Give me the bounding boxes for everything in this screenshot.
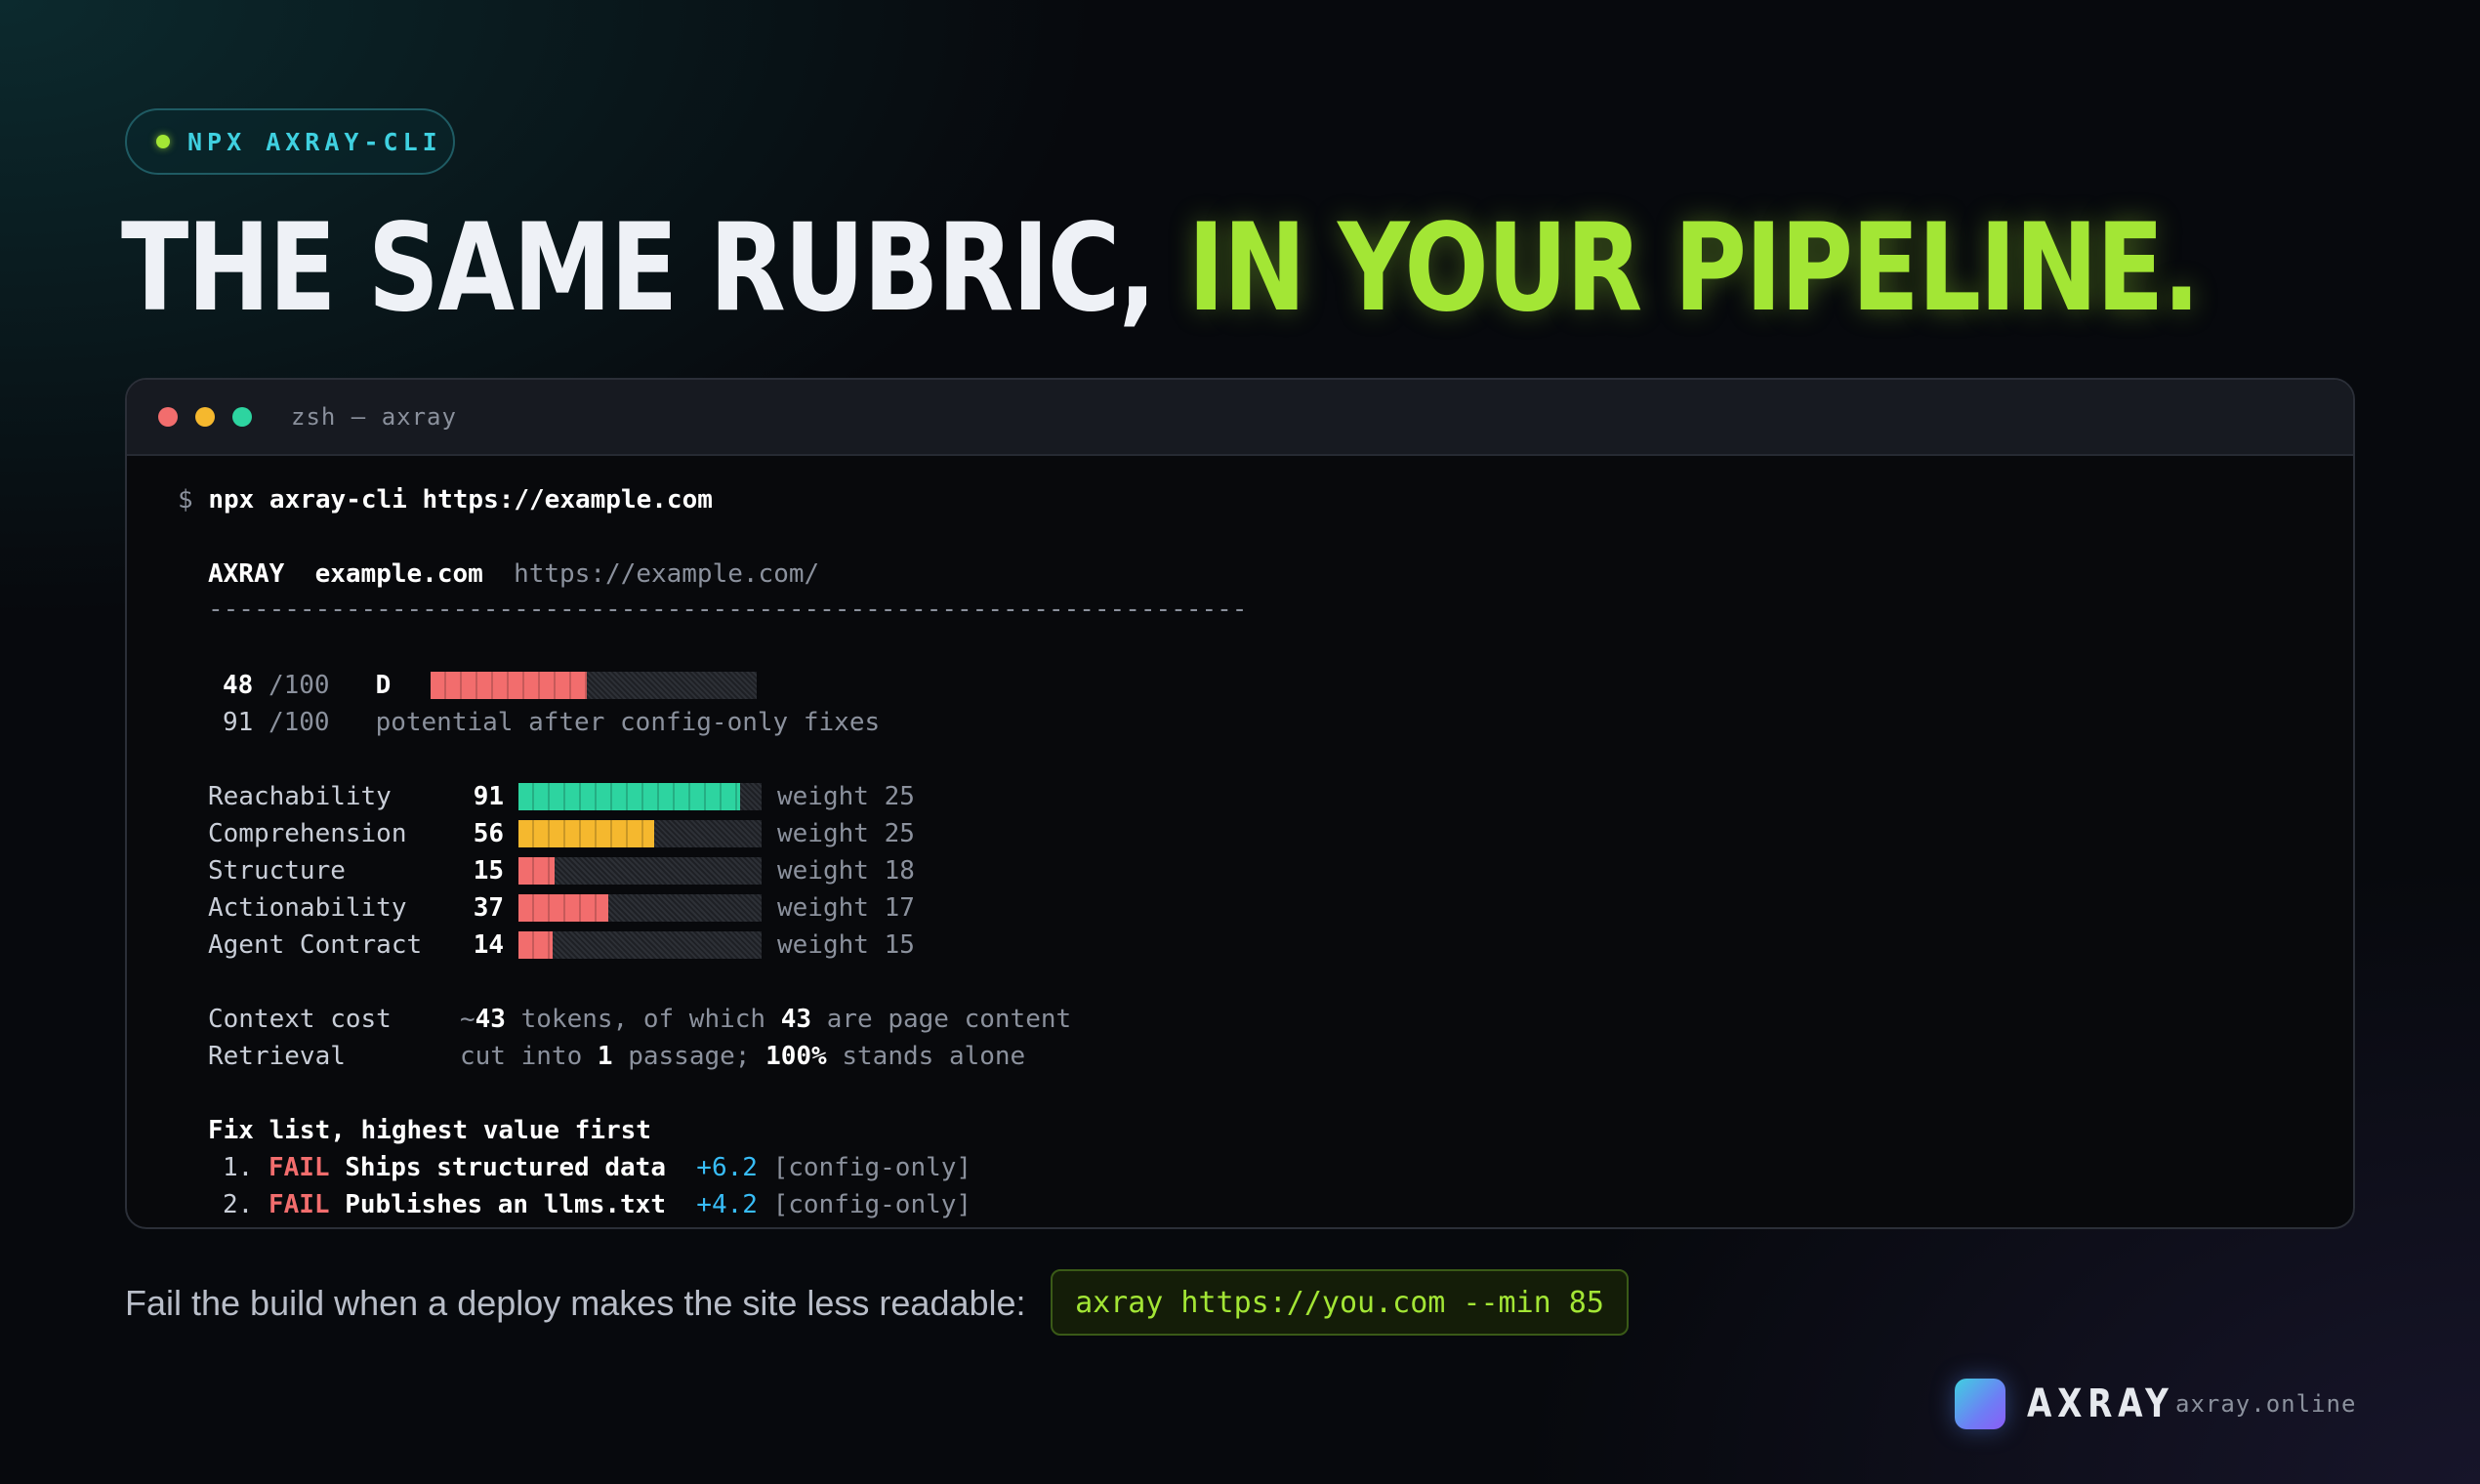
context-tokens: 43 xyxy=(475,1005,506,1034)
category-bar-fill xyxy=(518,857,556,885)
category-bar xyxy=(518,857,762,885)
category-score: 91 xyxy=(473,782,504,811)
command-line: $ npx axray-cli https://example.com xyxy=(178,483,713,516)
category-score: 14 xyxy=(473,930,504,960)
prompt-symbol: $ xyxy=(178,485,193,515)
minimize-window-icon[interactable] xyxy=(195,407,215,427)
headline-green: IN YOUR PIPELINE. xyxy=(1187,198,2201,339)
fix-item: 1. FAIL Ships structured data +6.2 [conf… xyxy=(223,1151,971,1184)
report-url: https://example.com/ xyxy=(514,559,820,589)
category-score: 56 xyxy=(473,819,504,848)
fix-tag: [config-only] xyxy=(772,1190,972,1219)
fix-status: FAIL xyxy=(268,1190,330,1219)
fix-number: 2. xyxy=(223,1190,254,1219)
category-weight: weight 15 xyxy=(777,930,915,960)
brand-url-link[interactable]: axray.online xyxy=(2175,1390,2356,1418)
category-name: Agent Contract xyxy=(208,930,423,960)
category-bar xyxy=(518,820,762,847)
brand-name: AXRAY xyxy=(2027,1381,2174,1426)
overall-grade: D xyxy=(375,671,392,700)
category-bar xyxy=(518,783,762,810)
category-bar xyxy=(518,894,762,922)
category-score: 37 xyxy=(473,893,504,923)
cli-badge-label: NPX AXRAY-CLI xyxy=(187,127,442,156)
cli-badge: NPX AXRAY-CLI xyxy=(125,108,455,175)
fix-tag: [config-only] xyxy=(772,1153,972,1182)
category-weight: weight 18 xyxy=(777,856,915,886)
footer-caption: Fail the build when a deploy makes the s… xyxy=(125,1283,1026,1323)
report-domain: example.com xyxy=(314,559,483,589)
headline: THE SAME RUBRIC, IN YOUR PIPELINE. xyxy=(121,198,2201,339)
status-dot-icon xyxy=(156,135,170,148)
fix-number: 1. xyxy=(223,1153,254,1182)
retrieval-prefix: cut into xyxy=(460,1042,598,1071)
command-text: npx axray-cli https://example.com xyxy=(208,485,713,515)
context-cost-label: Context cost xyxy=(208,1005,392,1034)
retrieval-label: Retrieval xyxy=(208,1042,346,1071)
overall-score-bar-fill xyxy=(431,672,588,699)
category-name: Reachability xyxy=(208,782,392,811)
retrieval-pct: 100% xyxy=(765,1042,827,1071)
brand-lockup[interactable]: AXRAY xyxy=(1955,1379,2173,1429)
retrieval-count: 1 xyxy=(597,1042,613,1071)
retrieval-mid: passage; xyxy=(612,1042,766,1071)
fix-item: 2. FAIL Publishes an llms.txt +4.2 [conf… xyxy=(223,1188,971,1221)
context-mid: tokens, of which xyxy=(505,1005,781,1034)
min-score-command[interactable]: axray https://you.com --min 85 xyxy=(1051,1269,1629,1336)
context-cost-line: Context cost xyxy=(208,1003,392,1036)
context-cost-value: ~43 tokens, of which 43 are page content xyxy=(460,1003,1071,1036)
terminal-title: zsh — axray xyxy=(291,403,457,431)
report-brand: AXRAY xyxy=(208,559,285,589)
retrieval-value: cut into 1 passage; 100% stands alone xyxy=(460,1040,1025,1073)
fix-list-title: Fix list, highest value first xyxy=(208,1116,651,1145)
maximize-window-icon[interactable] xyxy=(232,407,252,427)
report-divider: ----------------------------------------… xyxy=(208,595,1248,624)
fix-name: Ships structured data xyxy=(345,1153,666,1182)
terminal-window: zsh — axray $ npx axray-cli https://exam… xyxy=(125,378,2355,1229)
category-weight: weight 25 xyxy=(777,782,915,811)
category-bar-fill xyxy=(518,783,740,810)
overall-score: 48 xyxy=(223,671,254,700)
overall-score-line: 48 /100 D xyxy=(223,669,391,702)
fix-delta: +4.2 xyxy=(696,1190,758,1219)
context-prefix: ~ xyxy=(460,1005,475,1034)
terminal-titlebar: zsh — axray xyxy=(127,380,2353,456)
category-name: Actionability xyxy=(208,893,407,923)
context-content: 43 xyxy=(780,1005,812,1034)
category-name: Structure xyxy=(208,856,346,886)
report-header: AXRAY example.com https://example.com/ xyxy=(208,557,819,591)
category-weight: weight 17 xyxy=(777,893,915,923)
context-suffix: are page content xyxy=(811,1005,1072,1034)
fix-name: Publishes an llms.txt xyxy=(345,1190,666,1219)
fix-status: FAIL xyxy=(268,1153,330,1182)
category-weight: weight 25 xyxy=(777,819,915,848)
retrieval-suffix: stands alone xyxy=(826,1042,1026,1071)
potential-score-max: /100 xyxy=(268,708,330,737)
category-bar-fill xyxy=(518,820,655,847)
category-bar-fill xyxy=(518,894,609,922)
category-score: 15 xyxy=(473,856,504,886)
category-bar-fill xyxy=(518,931,553,959)
category-bar xyxy=(518,931,762,959)
potential-score: 91 xyxy=(223,708,254,737)
overall-score-bar xyxy=(431,672,757,699)
fix-delta: +6.2 xyxy=(696,1153,758,1182)
category-name: Comprehension xyxy=(208,819,407,848)
axray-logo-icon xyxy=(1955,1379,2005,1429)
headline-white: THE SAME RUBRIC, xyxy=(121,198,1156,339)
potential-text: potential after config-only fixes xyxy=(375,708,881,737)
close-window-icon[interactable] xyxy=(158,407,178,427)
potential-line: 91 /100 potential after config-only fixe… xyxy=(223,706,880,739)
overall-score-max: /100 xyxy=(268,671,330,700)
